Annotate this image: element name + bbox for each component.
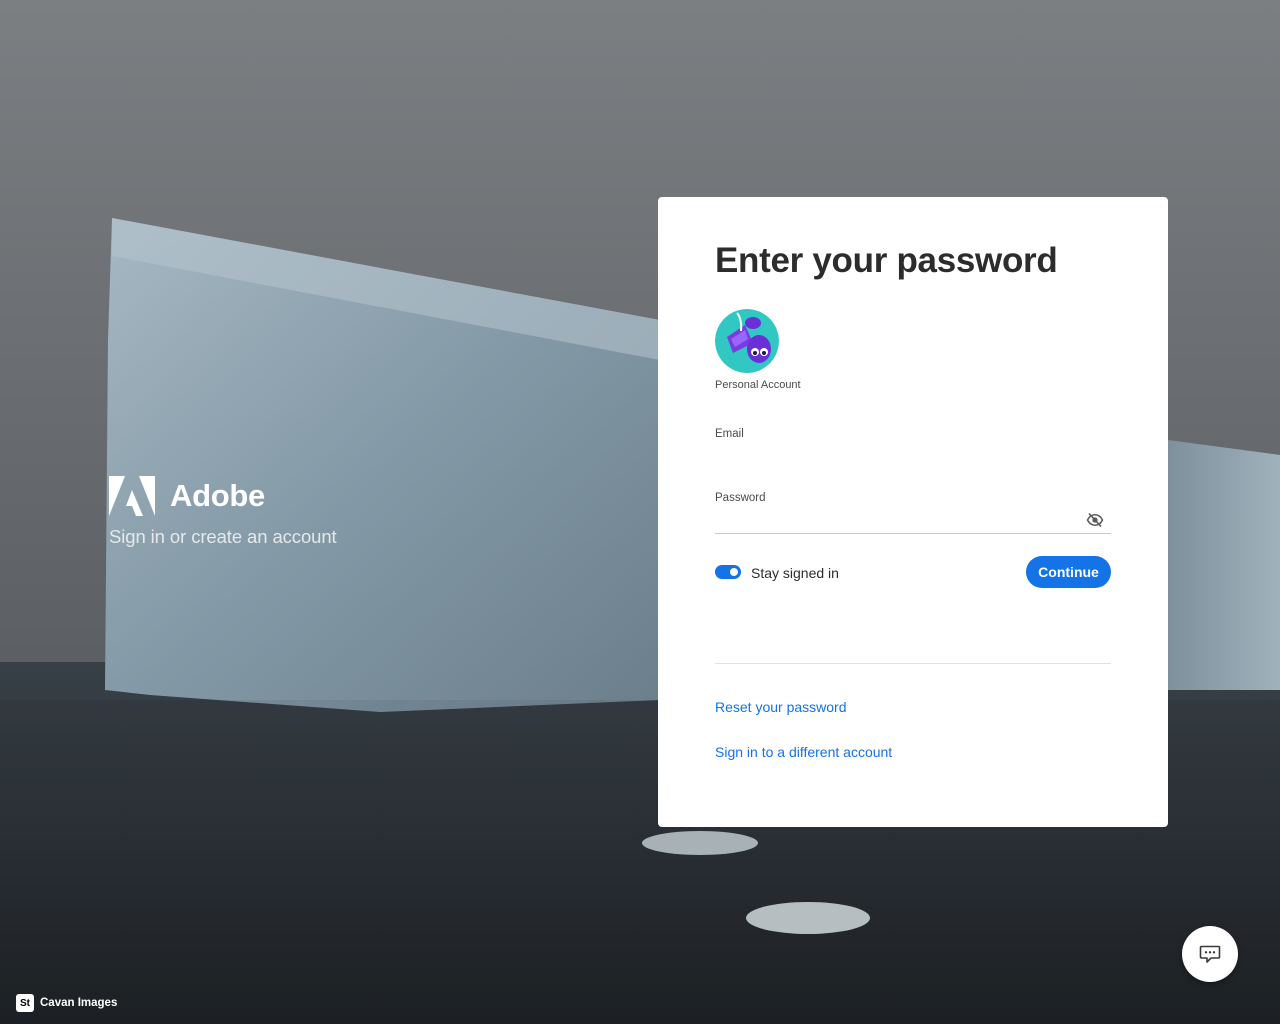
different-account-link[interactable]: Sign in to a different account — [715, 744, 892, 760]
password-input[interactable] — [715, 507, 1111, 534]
email-label: Email — [715, 428, 744, 440]
chat-button[interactable] — [1182, 926, 1238, 982]
stay-signed-in-toggle[interactable] — [715, 565, 741, 579]
photo-credit: St Cavan Images — [16, 994, 117, 1012]
brand-name: Adobe — [170, 478, 265, 513]
toggle-knob — [730, 568, 738, 576]
adobe-stock-icon: St — [16, 994, 34, 1012]
divider — [715, 663, 1111, 664]
page-title: Enter your password — [715, 241, 1058, 280]
brand-block: Adobe Sign in or create an account — [109, 476, 337, 548]
eye-slash-icon[interactable] — [1086, 511, 1104, 529]
account-type-label: Personal Account — [715, 379, 801, 391]
adobe-logo — [109, 476, 155, 516]
sign-in-card: Enter your password Personal Account Ema… — [658, 197, 1168, 827]
photo-credit-text: Cavan Images — [40, 997, 118, 1009]
brand-tagline: Sign in or create an account — [109, 526, 337, 547]
reset-password-link[interactable]: Reset your password — [715, 699, 847, 715]
avatar — [715, 309, 779, 373]
password-label: Password — [715, 492, 766, 504]
stay-signed-in-label: Stay signed in — [751, 565, 839, 581]
chat-icon — [1199, 945, 1221, 963]
continue-button[interactable]: Continue — [1026, 556, 1111, 588]
